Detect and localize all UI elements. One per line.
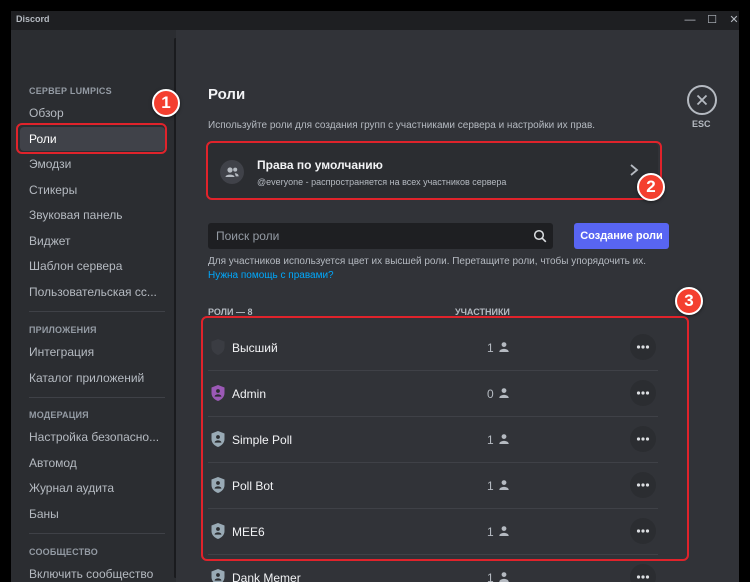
sidebar-item-integrations[interactable]: Интеграция [20,340,165,364]
search-icon [533,229,547,243]
role-search [208,223,553,249]
create-role-button[interactable]: Создание роли [574,223,669,249]
step-marker-1: 1 [152,89,180,117]
close-window-button[interactable]: ✕ [727,13,739,27]
settings-sidebar: СЕРВЕР LUMPICS Обзор Роли Эмодзи Стикеры… [11,30,176,582]
sidebar-item-stickers[interactable]: Стикеры [20,178,165,202]
sidebar-header-moderation: МОДЕРАЦИЯ [29,410,89,420]
role-member-count: 1 [487,571,494,582]
sidebar-item-bans[interactable]: Баны [20,502,165,526]
highlight-box-roles [16,123,167,154]
person-icon [499,572,509,582]
highlight-box-roles-list [201,316,689,561]
sidebar-item-emoji[interactable]: Эмодзи [20,152,165,176]
sidebar-item-enable-community[interactable]: Включить сообщество [20,562,165,582]
shield-user-icon [211,569,225,582]
sidebar-divider [29,311,165,312]
sidebar-header-apps: ПРИЛОЖЕНИЯ [29,325,97,335]
sidebar-item-widget[interactable]: Виджет [20,229,165,253]
highlight-box-default-permissions [206,141,662,200]
esc-label: ESC [692,119,711,129]
app-title: Discord [16,14,50,24]
discord-window: Discord — ☐ ✕ СЕРВЕР LUMPICS Обзор Роли … [11,11,739,582]
sidebar-divider [29,397,165,398]
sidebar-item-app-directory[interactable]: Каталог приложений [20,366,165,390]
page-title: Роли [208,86,246,103]
sidebar-item-server-template[interactable]: Шаблон сервера [20,254,165,278]
title-bar: Discord — ☐ ✕ [11,11,739,30]
sidebar-item-overview[interactable]: Обзор [20,101,165,125]
role-search-input[interactable] [208,223,528,249]
sidebar-item-soundboard[interactable]: Звуковая панель [20,203,165,227]
roles-content: Роли Используйте роли для создания групп… [176,30,739,582]
permissions-help-link[interactable]: Нужна помощь с правами? [208,270,334,281]
sidebar-header-community: СООБЩЕСТВО [29,547,98,557]
minimize-button[interactable]: — [683,13,697,27]
sidebar-divider [29,533,165,534]
maximize-button[interactable]: ☐ [705,13,719,27]
step-marker-2: 2 [637,173,665,201]
sidebar-item-audit-log[interactable]: Журнал аудита [20,476,165,500]
page-subtitle: Используйте роли для создания групп с уч… [208,120,596,131]
sidebar-item-custom-link[interactable]: Пользовательская сс... [20,280,165,304]
more-dots-icon [636,575,650,579]
sidebar-item-automod[interactable]: Автомод [20,451,165,475]
sidebar-item-safety-setup[interactable]: Настройка безопасно... [20,425,165,449]
role-more-button[interactable] [630,564,656,582]
close-icon [696,94,708,106]
close-settings-button[interactable] [687,85,717,115]
sidebar-header-server: СЕРВЕР LUMPICS [29,86,112,96]
role-name: Dank Memer [232,571,301,582]
step-marker-3: 3 [675,287,703,315]
role-color-hint: Для участников используется цвет их высш… [208,256,646,267]
